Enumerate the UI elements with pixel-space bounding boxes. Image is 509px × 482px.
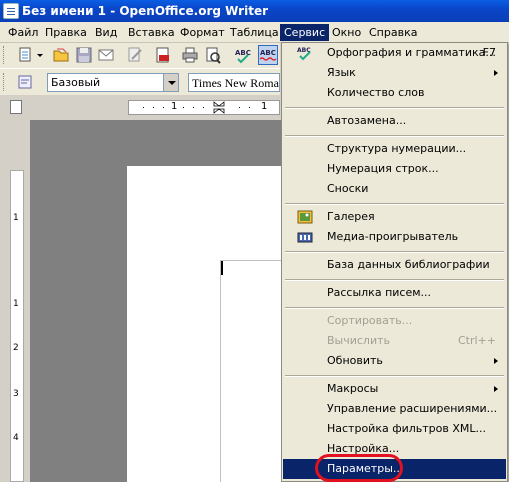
menu-tools[interactable]: Сервис <box>280 24 330 41</box>
font-name-value: Times New Roman <box>192 76 280 90</box>
menu-item-footnotes[interactable]: Сноски <box>283 179 506 199</box>
spellcheck-toolbar-icon[interactable]: ABC <box>234 46 252 64</box>
vruler-mark-3: 2 <box>13 343 19 353</box>
submenu-arrow-icon <box>494 386 498 392</box>
styles-formatting-icon[interactable] <box>17 73 35 91</box>
menu-item-sort: Сортировать... <box>327 314 413 327</box>
vruler-mark-2: 1 <box>13 299 19 309</box>
standard-toolbar: ABC ABC <box>0 43 280 68</box>
ruler-mark-2: 1 <box>261 101 268 112</box>
gallery-icon <box>297 209 313 225</box>
ruler-mark-1: 1 <box>171 101 178 112</box>
new-dropdown-icon[interactable] <box>36 46 44 64</box>
media-player-icon <box>297 229 313 245</box>
vruler-mark-5: 4 <box>13 433 19 443</box>
writer-app-icon <box>3 3 19 19</box>
paragraph-style-select[interactable]: Базовый <box>47 73 179 92</box>
indent-marker-icon <box>213 101 225 114</box>
tab-stop-selector[interactable] <box>10 100 22 114</box>
menu-item-outline-numbering[interactable]: Структура нумерации... <box>283 139 506 159</box>
text-boundary <box>220 260 282 482</box>
menu-format[interactable]: Формат <box>176 24 229 41</box>
title-bar: Без имени 1 - OpenOffice.org Writer <box>0 0 509 22</box>
menu-help[interactable]: Справка <box>365 24 421 41</box>
menu-item-mail-merge[interactable]: Рассылка писем... <box>283 283 506 303</box>
edit-file-icon[interactable] <box>126 46 144 64</box>
menu-item-word-count[interactable]: Количество слов <box>283 83 506 103</box>
menu-separator <box>285 135 504 137</box>
menu-edit[interactable]: Правка <box>41 24 91 41</box>
annotation-highlight-ring <box>315 454 403 482</box>
print-icon[interactable] <box>181 46 199 64</box>
menu-item-autocorrect[interactable]: Автозамена... <box>283 111 506 131</box>
menu-item-xml-filter-settings[interactable]: Настройка фильтров XML... <box>283 419 506 439</box>
menu-view[interactable]: Вид <box>91 24 121 41</box>
menu-item-macros[interactable]: Макросы <box>283 379 506 399</box>
menu-item-line-numbering[interactable]: Нумерация строк... <box>283 159 506 179</box>
vruler-mark-4: 3 <box>13 389 19 399</box>
menu-item-spelling[interactable]: ABC Орфография и грамматика... F7 <box>283 43 506 63</box>
font-name-select[interactable]: Times New Roman <box>188 73 280 92</box>
menu-window[interactable]: Окно <box>328 24 365 41</box>
menu-item-bibliography[interactable]: База данных библиографии <box>283 255 506 275</box>
save-icon[interactable] <box>75 46 93 64</box>
menu-file[interactable]: Файл <box>4 24 42 41</box>
menu-item-gallery[interactable]: Галерея <box>283 207 506 227</box>
menu-separator <box>285 251 504 253</box>
tools-menu: ABC Орфография и грамматика... F7 Язык К… <box>281 42 508 482</box>
menu-separator <box>285 375 504 377</box>
ruler-scale[interactable]: 1 1 <box>128 100 280 115</box>
menu-item-update[interactable]: Обновить <box>283 351 506 371</box>
toolbar-grip[interactable] <box>3 46 6 64</box>
print-preview-icon[interactable] <box>204 46 222 64</box>
svg-text:ABC: ABC <box>260 49 276 57</box>
menu-item-media-player[interactable]: Медиа-проигрыватель <box>283 227 506 247</box>
menu-insert[interactable]: Вставка <box>124 24 179 41</box>
export-pdf-icon[interactable] <box>154 46 172 64</box>
vruler-mark-1: 1 <box>13 213 19 223</box>
menu-separator <box>285 307 504 309</box>
ruler-ticks <box>143 107 250 108</box>
toolbar-grip[interactable] <box>3 73 6 91</box>
window-title: Без имени 1 - OpenOffice.org Writer <box>22 4 268 18</box>
autospellcheck-toolbar-icon[interactable]: ABC <box>258 45 278 65</box>
email-icon[interactable] <box>97 46 115 64</box>
text-cursor <box>221 261 223 275</box>
vertical-ruler-scale[interactable]: 1 1 2 3 4 <box>10 170 24 482</box>
menu-item-language[interactable]: Язык <box>283 63 506 83</box>
spellcheck-icon: ABC <box>297 45 313 61</box>
paragraph-style-value: Базовый <box>51 76 101 89</box>
menu-table[interactable]: Таблица <box>226 24 283 41</box>
open-folder-icon[interactable] <box>52 46 70 64</box>
menu-separator <box>285 203 504 205</box>
submenu-arrow-icon <box>494 358 498 364</box>
menu-item-calculate: Вычислить Ctrl++ <box>327 334 496 347</box>
menu-separator <box>285 279 504 281</box>
menu-item-extension-manager[interactable]: Управление расширениями... <box>283 399 506 419</box>
submenu-arrow-icon <box>494 70 498 76</box>
new-document-icon[interactable] <box>17 46 35 64</box>
chevron-down-icon[interactable] <box>163 74 178 91</box>
menu-separator <box>285 107 504 109</box>
menu-bar: Файл Правка Вид Вставка Формат Таблица С… <box>0 22 509 43</box>
